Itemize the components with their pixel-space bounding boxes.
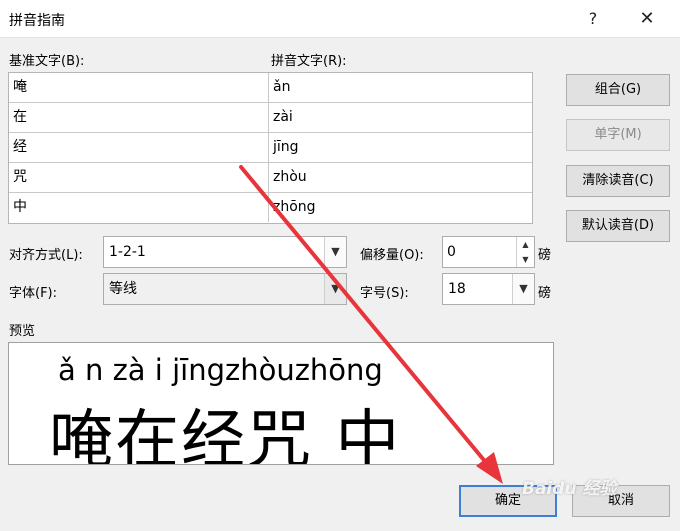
offset-label: 偏移量(O): [360,248,424,263]
base-text-field[interactable]: 在 [9,103,269,132]
size-label: 字号(S): [360,286,409,301]
title-bar: 拼音指南 ? ✕ [0,0,680,38]
help-icon[interactable]: ? [576,6,610,32]
alignment-select[interactable]: 1-2-1 ▼ [103,236,347,268]
size-unit: 磅 [538,286,552,301]
pinyin-grid: 唵 ǎn 在 zài 经 jīng 咒 zhòu 中 zhōng [8,72,533,224]
size-select[interactable]: 18 ▼ [442,273,535,305]
alignment-label: 对齐方式(L): [9,248,83,263]
default-reading-button[interactable]: 默认读音(D) [566,210,670,242]
chevron-down-icon[interactable]: ▼ [324,274,346,304]
preview-base-text: 唵在经咒 中 [49,404,402,465]
spin-arrows: ▲ ▼ [516,237,534,267]
single-button[interactable]: 单字(M) [566,119,670,151]
font-select[interactable]: 等线 ▼ [103,273,347,305]
pinyin-text-label: 拼音文字(R): [271,54,347,69]
dialog-title: 拼音指南 [9,13,65,29]
preview-box: ǎ n zà i jīngzhòuzhōng 唵在经咒 中 [8,342,554,465]
preview-label: 预览 [9,324,36,339]
table-row: 中 zhōng [9,193,532,223]
chevron-down-icon[interactable]: ▼ [512,274,534,304]
base-text-field[interactable]: 咒 [9,163,269,192]
spin-up-icon[interactable]: ▲ [517,237,534,252]
base-text-field[interactable]: 唵 [9,73,269,102]
alignment-value: 1-2-1 [109,244,146,260]
pinyin-text-field[interactable]: jīng [269,133,532,162]
base-text-label: 基准文字(B): [9,54,85,69]
pinyin-text-field[interactable]: zài [269,103,532,132]
preview-pinyin: ǎ n zà i jīngzhòuzhōng [58,353,383,387]
pinyin-text-field[interactable]: zhōng [269,193,532,222]
watermark: Baidu 经验 [522,479,617,499]
font-value: 等线 [109,281,137,297]
offset-spinner[interactable]: 0 ▲ ▼ [442,236,535,268]
pinyin-text-field[interactable]: zhòu [269,163,532,192]
table-row: 经 jīng [9,133,532,163]
spin-down-icon[interactable]: ▼ [517,252,534,267]
pinyin-text-field[interactable]: ǎn [269,73,532,102]
clear-reading-button[interactable]: 清除读音(C) [566,165,670,197]
group-button[interactable]: 组合(G) [566,74,670,106]
offset-value: 0 [447,244,456,260]
font-label: 字体(F): [9,286,58,301]
base-text-field[interactable]: 中 [9,193,269,222]
table-row: 咒 zhòu [9,163,532,193]
close-icon[interactable]: ✕ [630,6,664,32]
table-row: 在 zài [9,103,532,133]
table-row: 唵 ǎn [9,73,532,103]
offset-unit: 磅 [538,248,552,263]
base-text-field[interactable]: 经 [9,133,269,162]
chevron-down-icon[interactable]: ▼ [324,237,346,267]
size-value: 18 [448,281,466,297]
